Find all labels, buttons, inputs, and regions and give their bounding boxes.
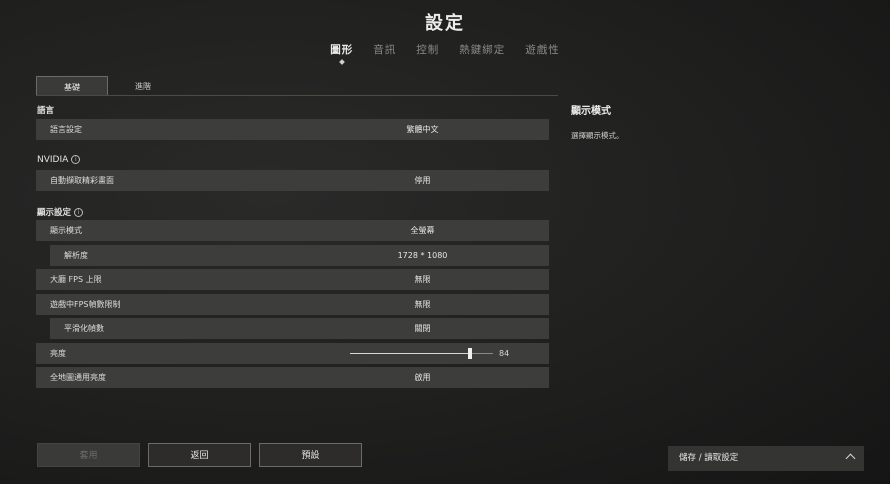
section-nvidia: NVIDIA i bbox=[37, 155, 81, 165]
brightness-slider-handle[interactable] bbox=[468, 348, 472, 359]
description-title: 顯示模式 bbox=[571, 106, 611, 117]
subtab-basic[interactable]: 基礎 bbox=[36, 76, 108, 96]
section-display: 顯示設定 i bbox=[37, 206, 84, 218]
section-nvidia-label: NVIDIA bbox=[37, 155, 69, 165]
tab-graphics[interactable]: 圖形 bbox=[320, 42, 363, 57]
info-icon[interactable]: i bbox=[71, 155, 81, 164]
tab-keybindings[interactable]: 熱鍵綁定 bbox=[449, 42, 515, 57]
sub-tabs: 基礎 進階 bbox=[36, 76, 178, 96]
default-button[interactable]: 預設 bbox=[259, 443, 362, 467]
setting-row-display-mode[interactable]: 顯示模式 全螢幕 bbox=[36, 220, 549, 241]
setting-value: 全螢幕 bbox=[410, 226, 435, 235]
back-button[interactable]: 返回 bbox=[148, 443, 251, 467]
setting-value: 1728 * 1080 bbox=[397, 251, 448, 260]
tab-gameplay[interactable]: 遊戲性 bbox=[515, 42, 570, 57]
info-icon[interactable]: i bbox=[74, 208, 84, 217]
subtab-divider bbox=[36, 95, 558, 96]
setting-value: 啟用 bbox=[414, 373, 431, 382]
setting-value: 關閉 bbox=[414, 324, 431, 333]
tab-audio[interactable]: 音訊 bbox=[363, 42, 406, 57]
section-language: 語言 bbox=[37, 106, 55, 116]
setting-row-brightness: 亮度 84 bbox=[36, 343, 549, 364]
page-title: 設定 bbox=[425, 13, 465, 34]
chevron-up-icon[interactable] bbox=[845, 453, 856, 464]
setting-value: 無限 bbox=[414, 275, 431, 284]
setting-value: 繁體中文 bbox=[406, 125, 439, 134]
section-display-label: 顯示設定 bbox=[37, 208, 72, 218]
setting-row-smoothing[interactable]: 平滑化幀數 關閉 bbox=[50, 318, 549, 339]
top-tabs: 圖形 音訊 控制 熱鍵綁定 遊戲性 bbox=[0, 42, 890, 57]
brightness-value: 84 bbox=[499, 349, 510, 358]
setting-row-lobby-fps[interactable]: 大廳 FPS 上限 無限 bbox=[36, 269, 549, 290]
save-load-label: 儲存 / 讀取設定 bbox=[679, 453, 739, 463]
subtab-advanced[interactable]: 進階 bbox=[108, 76, 178, 96]
tab-controls[interactable]: 控制 bbox=[406, 42, 449, 57]
setting-value: 無限 bbox=[414, 300, 431, 309]
setting-row-auto-highlights[interactable]: 自動擷取精彩畫面 停用 bbox=[36, 170, 549, 191]
brightness-slider-fill bbox=[350, 353, 470, 354]
apply-button[interactable]: 套用 bbox=[37, 443, 140, 467]
setting-row-ingame-fps[interactable]: 遊戲中FPS幀數限制 無限 bbox=[36, 294, 549, 315]
save-load-settings-panel[interactable]: 儲存 / 讀取設定 bbox=[668, 446, 864, 471]
setting-row-map-brightness[interactable]: 全地圖通用亮度 啟用 bbox=[36, 367, 549, 388]
setting-row-resolution[interactable]: 解析度 1728 * 1080 bbox=[50, 245, 549, 266]
setting-label: 亮度 bbox=[50, 349, 66, 358]
description-text: 選擇顯示模式。 bbox=[571, 131, 624, 140]
setting-row-language[interactable]: 語言設定 繁體中文 bbox=[36, 119, 549, 140]
setting-value: 停用 bbox=[414, 176, 431, 185]
